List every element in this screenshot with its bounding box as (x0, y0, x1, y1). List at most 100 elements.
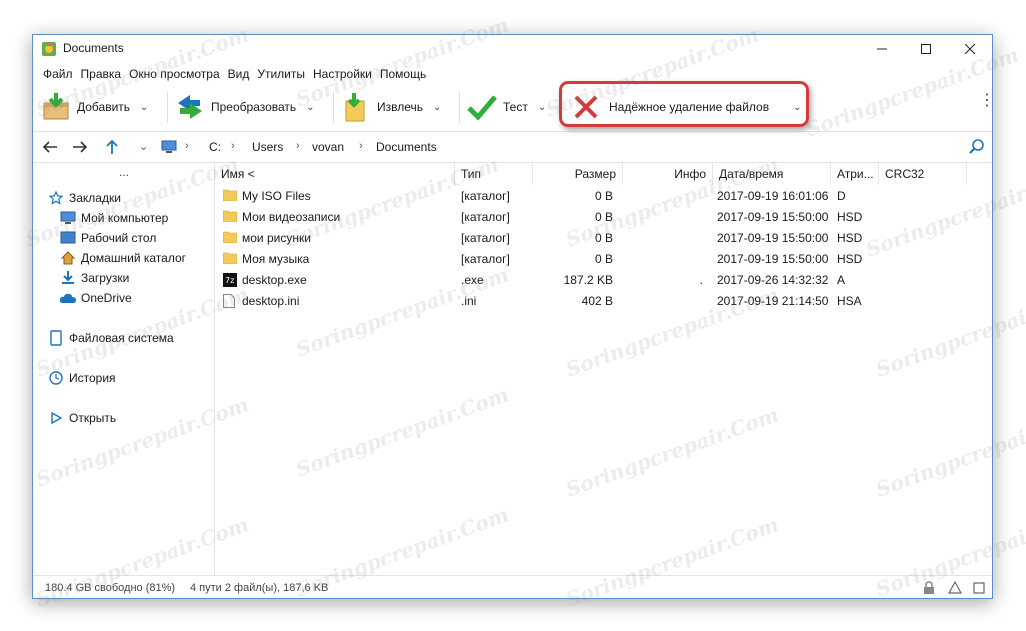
sidebar-more[interactable]: ... (119, 165, 129, 179)
sidebar-item-desktop[interactable]: Рабочий стол (59, 229, 156, 247)
column-info[interactable]: Инфо (623, 163, 713, 185)
home-icon (59, 250, 77, 266)
close-button[interactable] (947, 35, 993, 63)
test-button[interactable]: Тест ⌄ (465, 87, 546, 127)
up-arrow-icon (106, 139, 118, 154)
column-type[interactable]: Тип (455, 163, 533, 185)
column-datetime[interactable]: Дата/время (713, 163, 831, 185)
cell-size: 187.2 KB (563, 273, 613, 287)
secure-delete-label: Надёжное удаление файлов (609, 100, 770, 114)
cell-datetime: 2017-09-19 21:14:50 (717, 294, 829, 308)
path-dropdown-icon[interactable]: ⌄ (139, 140, 148, 153)
sidebar-item-home[interactable]: Домашний каталог (59, 249, 186, 267)
cell-attributes: HSD (837, 231, 863, 245)
table-row[interactable]: 7z desktop.exe .exe 187.2 KB. 2017-09-26 14:… (215, 270, 993, 291)
forward-button[interactable] (69, 137, 91, 157)
extract-button[interactable]: Извлечь ⌄ (339, 87, 441, 127)
crumb-separator: › (231, 140, 235, 152)
cell-size: 0 B (594, 189, 613, 203)
up-button[interactable] (101, 137, 123, 157)
cell-name: desktop.ini (242, 294, 300, 308)
menu-edit[interactable]: Правка (77, 65, 126, 85)
column-crc32[interactable]: CRC32 (879, 163, 967, 185)
toolbar-more-icon[interactable]: ⋮ (979, 93, 995, 109)
sidebar-item-label: OneDrive (81, 291, 132, 305)
column-name[interactable]: Имя < (215, 163, 455, 185)
address-bar: ⌄ › C: › Users › vovan › Documents (33, 132, 992, 163)
menu-viewer[interactable]: Окно просмотра (125, 65, 224, 85)
sidebar-open-label: Открыть (69, 411, 117, 425)
secure-delete-button[interactable]: Надёжное удаление файлов ⌄ (569, 87, 801, 127)
computer-icon (59, 210, 77, 226)
sidebar-bookmarks[interactable]: Закладки (47, 189, 121, 207)
sidebar-history[interactable]: История (47, 369, 116, 387)
table-row[interactable]: My ISO Files [каталог] 0 B 2017-09-19 16:01… (215, 186, 993, 207)
app-window: Documents Файл Правка Окно просмотра Вид… (32, 34, 995, 600)
table-row[interactable]: Моя музыка [каталог] 0 B 2017-09-19 15:50:0… (215, 249, 993, 270)
menu-file[interactable]: Файл (39, 65, 77, 85)
title-bar[interactable]: Documents (33, 35, 992, 63)
column-size[interactable]: Размер (533, 163, 623, 185)
cell-info: . (699, 273, 703, 287)
sidebar-filesystem[interactable]: Файловая система (47, 329, 174, 347)
sidebar-item-label: Домашний каталог (81, 251, 186, 265)
sidebar-item-my-computer[interactable]: Мой компьютер (59, 209, 168, 227)
table-row[interactable]: Мои видеозаписи [каталог] 0 B 2017-09-19 15… (215, 207, 993, 228)
maximize-button[interactable] (903, 35, 949, 63)
crumb-vovan[interactable]: vovan (312, 140, 344, 154)
toolbar-separator (459, 91, 460, 123)
convert-label: Преобразовать (211, 100, 297, 114)
lock-icon[interactable] (921, 580, 937, 596)
add-dropdown-icon[interactable]: ⌄ (140, 102, 148, 113)
add-button[interactable]: Добавить ⌄ (39, 87, 148, 127)
table-row[interactable]: мои рисунки [каталог] 0 B 2017-09-19 15:50:… (215, 228, 993, 249)
folder-icon (222, 231, 238, 244)
crumb-documents[interactable]: Documents (376, 140, 437, 154)
cell-attributes: HSD (837, 210, 863, 224)
forward-arrow-icon (73, 141, 88, 153)
red-x-icon (569, 90, 603, 124)
sidebar-item-onedrive[interactable]: OneDrive (59, 289, 132, 307)
cell-size: 0 B (594, 210, 613, 224)
crumb-users[interactable]: Users (252, 140, 283, 154)
extract-dropdown-icon[interactable]: ⌄ (433, 102, 441, 113)
sidebar-item-label: Загрузки (81, 271, 130, 285)
crumb-drive[interactable]: C: (209, 140, 221, 154)
info-icon[interactable] (947, 580, 963, 596)
cell-datetime: 2017-09-19 15:50:00 (717, 231, 829, 245)
cell-attributes: HSD (837, 252, 863, 266)
sidebar-item-downloads[interactable]: Загрузки (59, 269, 129, 287)
test-dropdown-icon[interactable]: ⌄ (538, 102, 546, 113)
column-attributes[interactable]: Атри... (831, 163, 879, 185)
menu-help[interactable]: Помощь (376, 65, 430, 85)
cell-name: мои рисунки (242, 231, 311, 245)
checkmark-icon (465, 90, 499, 124)
status-stop-icon[interactable] (971, 580, 987, 596)
cell-datetime: 2017-09-19 16:01:06 (717, 189, 829, 203)
status-bar: 180.4 GB свободно (81%) 4 пути 2 файл(ы)… (33, 575, 992, 600)
secure-delete-dropdown-icon[interactable]: ⌄ (793, 102, 801, 113)
file-list: Имя < Тип Размер Инфо Дата/время Атри...… (215, 163, 993, 575)
minimize-button[interactable] (859, 35, 905, 63)
status-summary: 4 пути 2 файл(ы), 187,6 KB (190, 582, 329, 594)
search-icon[interactable] (969, 139, 985, 158)
sidebar-open[interactable]: Открыть (47, 409, 116, 427)
convert-dropdown-icon[interactable]: ⌄ (306, 102, 314, 113)
sidebar-item-label: Рабочий стол (81, 231, 157, 245)
sidebar: ... Закладки Мой компьютер Рабочий стол … (33, 163, 215, 575)
menu-utilities[interactable]: Утилиты (253, 65, 309, 85)
menu-bar: Файл Правка Окно просмотра Вид Утилиты Н… (33, 65, 430, 85)
crumb-separator: › (185, 140, 189, 152)
cell-datetime: 2017-09-19 15:50:00 (717, 210, 829, 224)
convert-button[interactable]: Преобразовать ⌄ (173, 87, 315, 127)
menu-settings[interactable]: Настройки (309, 65, 376, 85)
menu-view[interactable]: Вид (224, 65, 254, 85)
table-row[interactable]: desktop.ini .ini 402 B 2017-09-19 21:14:50 H… (215, 291, 993, 312)
cell-type: [каталог] (461, 210, 510, 224)
sidebar-filesystem-label: Файловая система (69, 331, 174, 345)
download-icon (59, 270, 77, 286)
play-icon (47, 410, 65, 426)
toolbar: Добавить ⌄ Преобразовать ⌄ Извлечь ⌄ Тес… (33, 81, 995, 132)
back-button[interactable] (39, 137, 61, 157)
cell-type: .exe (461, 273, 484, 287)
